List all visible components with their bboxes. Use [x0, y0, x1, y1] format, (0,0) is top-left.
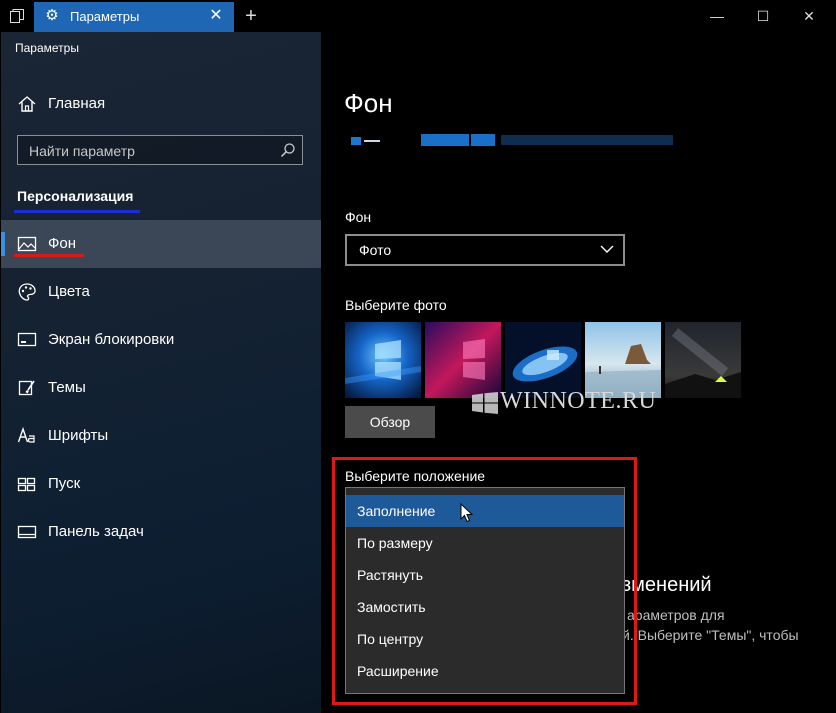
windows-logo-icon — [472, 392, 498, 414]
tab-close-icon[interactable]: ✕ — [206, 6, 226, 26]
preview-mark — [364, 140, 380, 142]
watermark-text: WINNOTE.RU — [500, 388, 657, 414]
partial-text: й. Выберите "Темы", чтобы — [622, 627, 799, 643]
background-dropdown[interactable]: Фото — [345, 234, 625, 266]
annotation-underline-red — [14, 254, 84, 257]
sidebar-item-label: Фон — [48, 235, 77, 252]
mouse-cursor-icon — [460, 503, 474, 523]
section-title: Персонализация — [17, 188, 134, 204]
sidebar-item-label: Шрифты — [48, 427, 109, 444]
preview-mark — [501, 135, 673, 145]
background-label: Фон — [345, 209, 372, 225]
palette-icon — [18, 283, 36, 301]
lock-screen-icon — [17, 332, 37, 347]
photo-thumbnail-5[interactable] — [665, 322, 741, 398]
maximize-button[interactable]: ☐ — [740, 0, 786, 32]
partial-text: араметров для — [627, 607, 725, 623]
page-title: Фон — [344, 88, 393, 118]
annotation-highlight-frame — [332, 457, 637, 705]
search-icon[interactable] — [280, 142, 296, 158]
sidebar-item-taskbar[interactable]: Панель задач — [1, 508, 321, 556]
sidebar-item-label: Экран блокировки — [48, 331, 175, 348]
annotation-underline-blue — [14, 210, 140, 213]
sidebar-item-lock-screen[interactable]: Экран блокировки — [1, 316, 321, 364]
taskbar-icon — [17, 525, 37, 539]
search-placeholder: Найти параметр — [29, 143, 135, 159]
active-indicator — [1, 232, 5, 256]
sidebar-item-background[interactable]: Фон — [1, 220, 321, 268]
sidebar-item-themes[interactable]: Темы — [1, 364, 321, 412]
nav-home-label: Главная — [48, 95, 106, 112]
photo-thumbnail-1[interactable] — [345, 322, 421, 398]
preview-mark — [471, 134, 495, 146]
tab-title: Параметры — [70, 9, 140, 24]
sidebar-item-label: Темы — [48, 379, 86, 396]
sidebar-item-label: Цвета — [48, 283, 90, 300]
brush-icon — [18, 380, 35, 396]
gear-icon: ⚙ — [45, 7, 59, 24]
minimize-button[interactable]: — — [694, 0, 740, 32]
start-icon — [17, 477, 36, 492]
nav-home[interactable]: Главная — [1, 80, 321, 128]
picture-icon — [17, 236, 37, 252]
chevron-down-icon — [600, 245, 614, 253]
preview-mark — [421, 134, 469, 146]
browse-button[interactable]: Обзор — [345, 406, 435, 438]
sidebar-item-colors[interactable]: Цвета — [1, 268, 321, 316]
preview-mark — [351, 137, 361, 145]
photo-thumbnail-2[interactable] — [425, 322, 501, 398]
new-tab-button[interactable]: + — [238, 4, 264, 28]
sidebar-item-label: Панель задач — [48, 523, 144, 540]
search-input[interactable]: Найти параметр — [17, 135, 303, 165]
app-title: Параметры — [15, 41, 79, 55]
choose-photo-label: Выберите фото — [345, 297, 447, 313]
sidebar-item-fonts[interactable]: Шрифты — [1, 412, 321, 460]
close-button[interactable]: ✕ — [786, 0, 832, 32]
sidebar-item-label: Пуск — [48, 475, 81, 492]
dropdown-value: Фото — [359, 242, 392, 258]
photo-thumbnail-4[interactable] — [585, 322, 661, 398]
sidebar-item-start[interactable]: Пуск — [1, 460, 321, 508]
home-icon — [18, 96, 36, 112]
font-icon — [17, 426, 35, 443]
tabs-icon[interactable] — [10, 9, 24, 23]
photo-thumbnail-3[interactable] — [505, 322, 581, 398]
